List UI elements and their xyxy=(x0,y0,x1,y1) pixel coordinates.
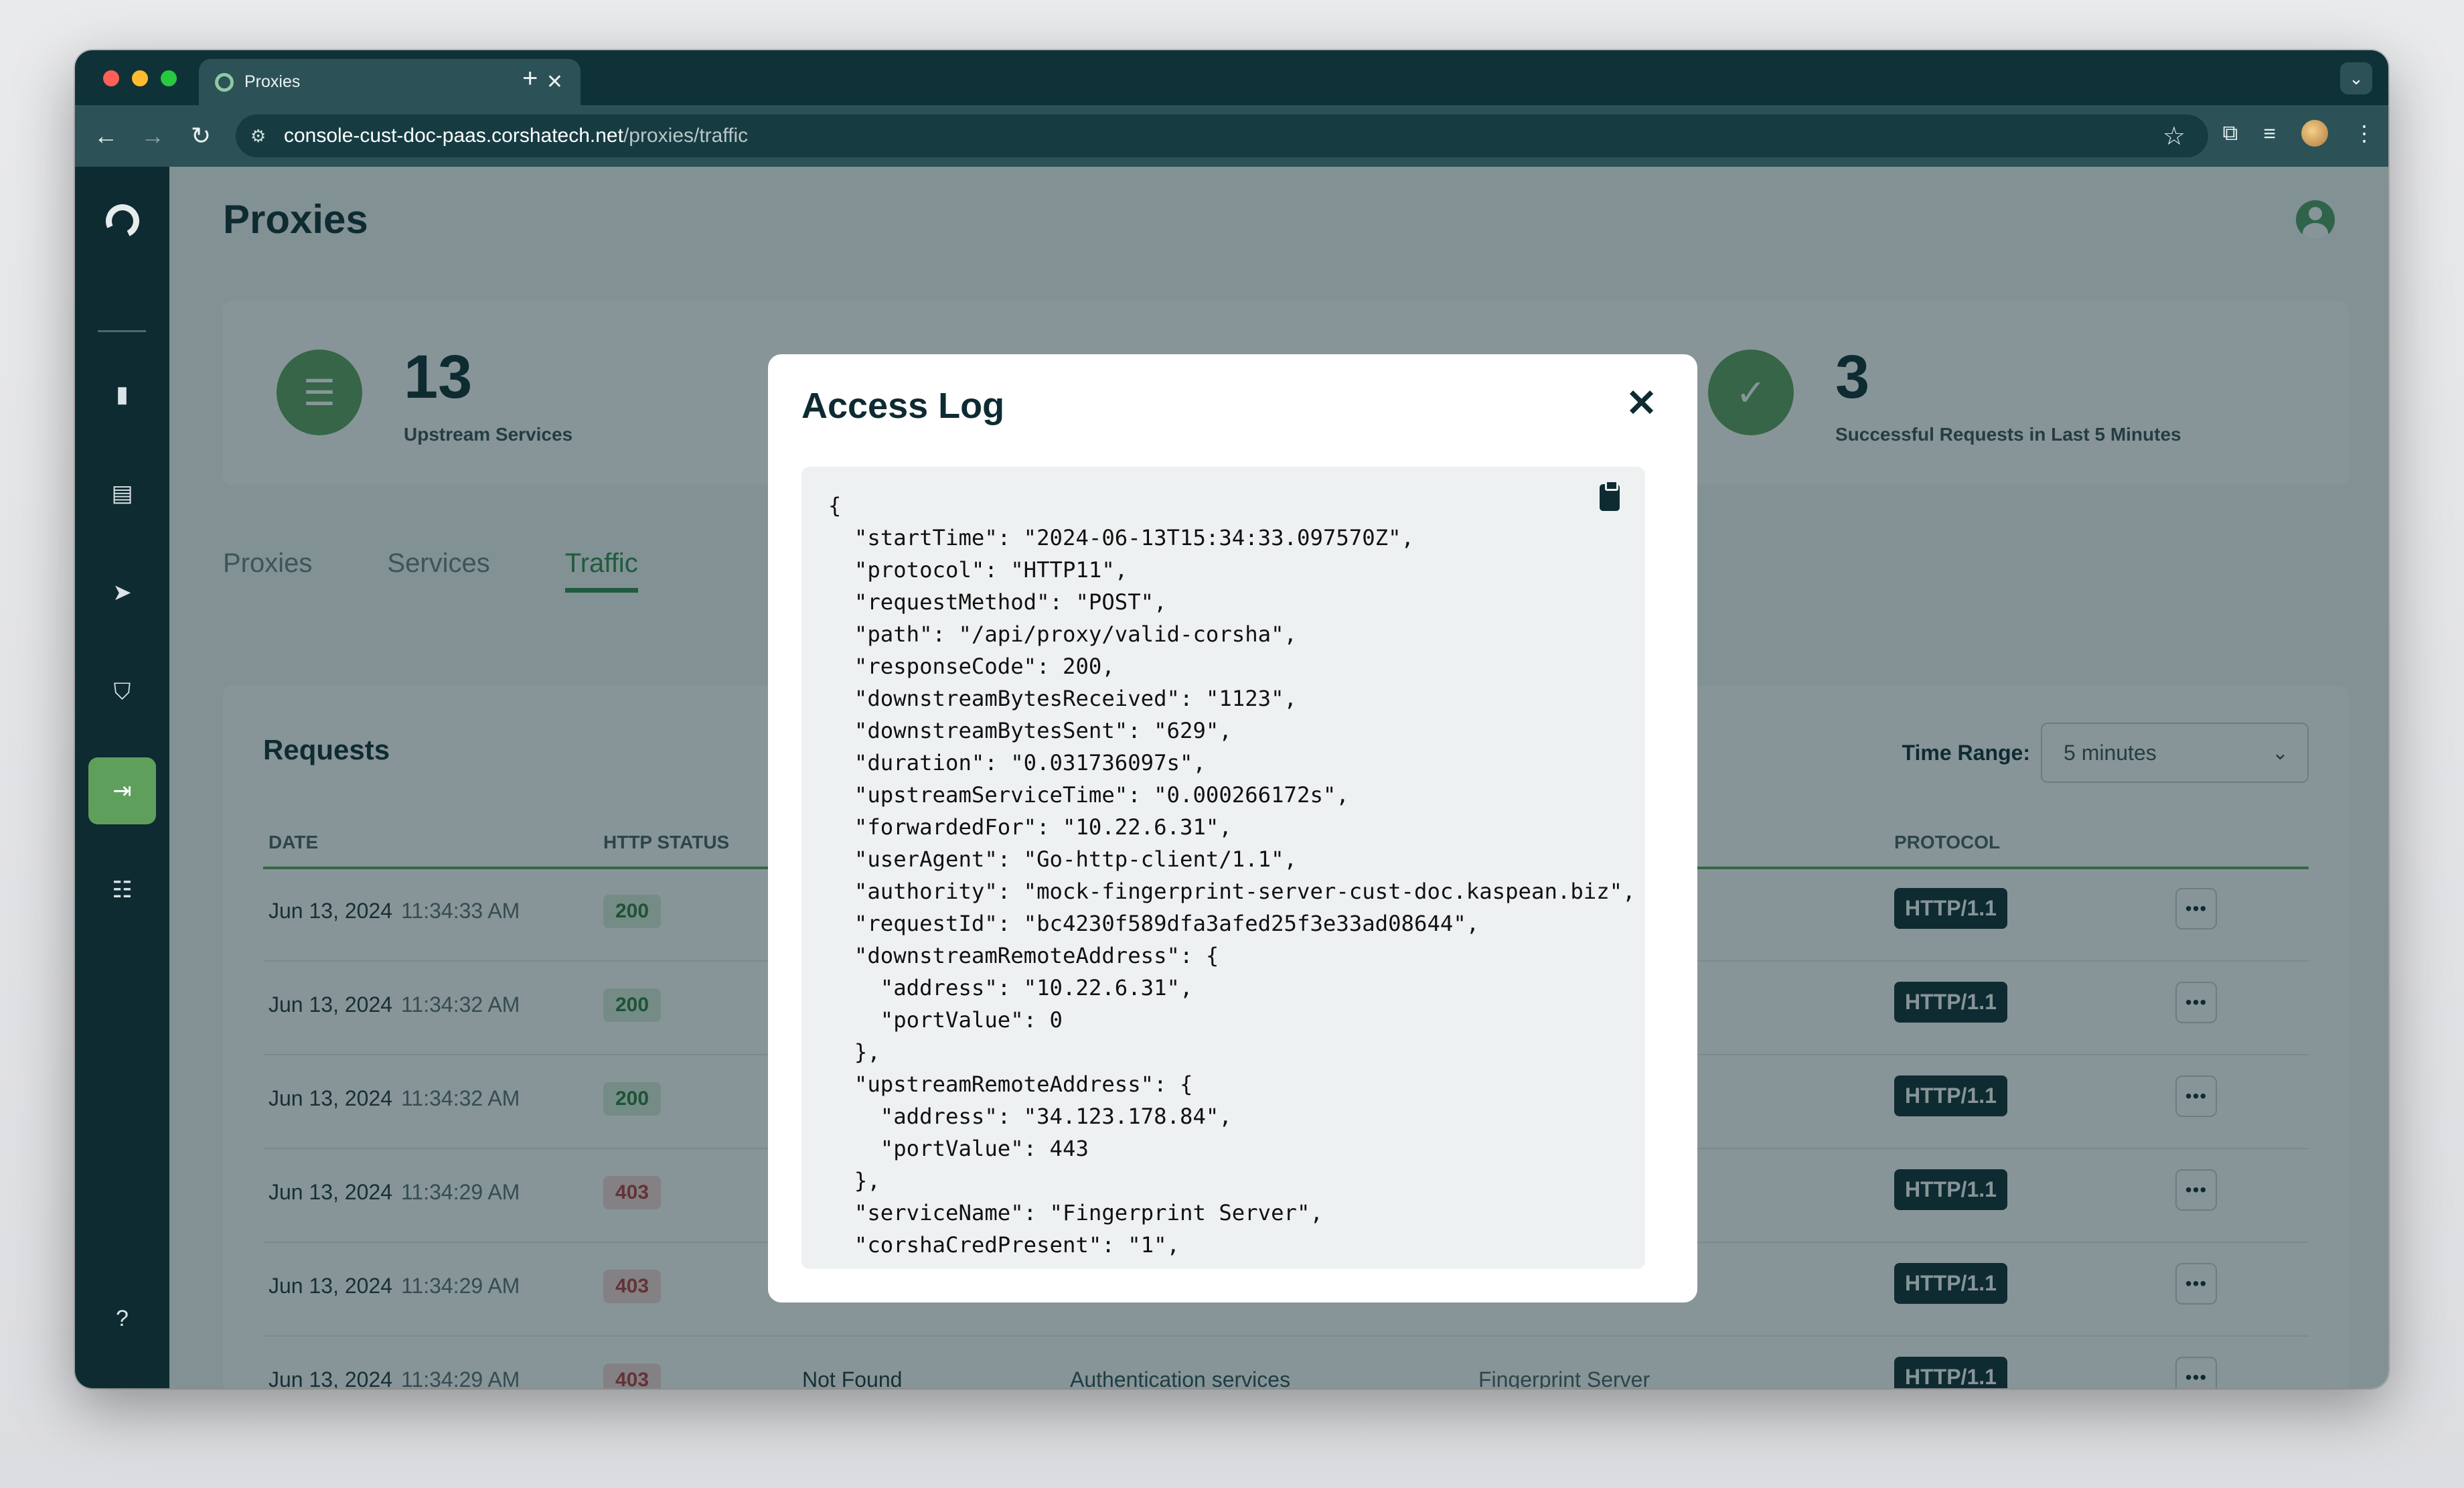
url-path: /proxies/traffic xyxy=(623,125,749,147)
tab-title: Proxies xyxy=(244,72,301,91)
extensions-icon[interactable]: ⧉ xyxy=(2222,121,2238,146)
log-line: "duration": "0.031736097s", xyxy=(828,750,1206,775)
url-host: console-cust-doc-paas.corshatech.net xyxy=(284,125,623,147)
browser-toolbar: ← → ↻ ⚙ console-cust-doc-paas.corshatech… xyxy=(75,105,2388,167)
new-tab-button[interactable]: + xyxy=(522,64,538,94)
log-line: "userAgent": "Go-http-client/1.1", xyxy=(828,846,1297,872)
log-line: "protocol": "HTTP11", xyxy=(828,557,1128,583)
log-line: "downstreamRemoteAddress": { xyxy=(828,943,1219,968)
log-line: "requestId": "bc4230f589dfa3afed25f3e33a… xyxy=(828,911,1480,936)
log-line: "upstreamServiceTime": "0.000266172s", xyxy=(828,782,1349,808)
server-icon: ▤ xyxy=(111,481,133,506)
tab-search-button[interactable]: ⌄ xyxy=(2340,62,2372,94)
log-line: "corshaCredPresent": "1", xyxy=(828,1232,1180,1258)
sidebar-item-proxies[interactable]: ⇥ xyxy=(88,757,156,824)
sidebar-item-send[interactable]: ➤ xyxy=(88,559,156,626)
tab-close-icon[interactable]: ✕ xyxy=(546,70,563,94)
sidebar-item-security[interactable]: ⛉ xyxy=(88,658,156,725)
log-line: }, xyxy=(828,1168,880,1193)
toolbar-actions: ⧉ ≡ ⋮ xyxy=(2222,120,2375,147)
bookmark-star-icon[interactable]: ☆ xyxy=(2163,121,2185,151)
access-log-modal: Access Log ✕ { "startTime": "2024-06-13T… xyxy=(768,354,1697,1303)
log-line: "portValue": 0 xyxy=(828,1007,1063,1033)
site-settings-icon[interactable]: ⚙ xyxy=(250,126,273,147)
access-log-json: { "startTime": "2024-06-13T15:34:33.0975… xyxy=(801,467,1645,1269)
shield-icon: ⛉ xyxy=(113,678,131,704)
log-line: "address": "34.123.178.84", xyxy=(828,1104,1232,1129)
browser-menu-icon[interactable]: ⋮ xyxy=(2354,121,2375,146)
sidebar-item-users[interactable]: ☷ xyxy=(88,857,156,923)
log-line: "startTime": "2024-06-13T15:34:33.097570… xyxy=(828,525,1414,550)
log-line: "forwardedFor": "10.22.6.31", xyxy=(828,814,1232,840)
url-text: console-cust-doc-paas.corshatech.net/pro… xyxy=(284,125,748,147)
forward-button[interactable]: → xyxy=(137,120,169,152)
back-button[interactable]: ← xyxy=(90,120,122,152)
browser-tab-bar: Proxies ✕ + ⌄ xyxy=(75,50,2388,105)
minimize-window-button[interactable] xyxy=(132,70,148,86)
clipboard-copy-icon[interactable] xyxy=(1600,480,1620,511)
chevron-down-icon: ⌄ xyxy=(2349,68,2364,88)
proxy-exit-icon: ⇥ xyxy=(112,778,132,804)
log-line: "downstreamBytesReceived": "1123", xyxy=(828,686,1297,711)
log-line: "upstreamRemoteAddress": { xyxy=(828,1071,1193,1097)
access-log-code-block: { "startTime": "2024-06-13T15:34:33.0975… xyxy=(801,467,1645,1269)
arrow-right-icon: → xyxy=(141,122,165,149)
sidebar-item-help[interactable]: ? xyxy=(88,1285,156,1352)
bar-chart-icon: ▮ xyxy=(116,382,129,407)
sidebar-item-dashboard[interactable]: ▮ xyxy=(88,361,156,428)
log-line: "downstreamBytesSent": "629", xyxy=(828,718,1232,743)
reload-button[interactable]: ↻ xyxy=(185,120,217,152)
log-line: "portValue": 443 xyxy=(828,1136,1089,1161)
maximize-window-button[interactable] xyxy=(161,70,177,86)
profile-avatar[interactable] xyxy=(2301,120,2328,147)
address-bar[interactable]: ⚙ console-cust-doc-paas.corshatech.net/p… xyxy=(236,115,2208,157)
sidebar-item-servers[interactable]: ▤ xyxy=(88,460,156,527)
media-controls-icon[interactable]: ≡ xyxy=(2263,121,2276,146)
help-icon: ? xyxy=(116,1305,129,1331)
web-page: ▮ ▤ ➤ ⛉ ⇥ ☷ ? Proxies ☰ 13 Upstream Serv… xyxy=(75,167,2388,1388)
close-window-button[interactable] xyxy=(103,70,119,86)
sidebar: ▮ ▤ ➤ ⛉ ⇥ ☷ ? xyxy=(75,167,169,1388)
log-line: "authority": "mock-fingerprint-server-cu… xyxy=(828,879,1636,904)
modal-title: Access Log xyxy=(801,386,1005,426)
log-line: }, xyxy=(828,1039,880,1065)
browser-window: Proxies ✕ + ⌄ ← → ↻ ⚙ console-cust-doc-p… xyxy=(75,50,2388,1388)
log-line: "path": "/api/proxy/valid-corsha", xyxy=(828,621,1297,647)
log-line: "requestMethod": "POST", xyxy=(828,589,1167,615)
favicon-icon xyxy=(215,72,234,92)
log-line: "address": "10.22.6.31", xyxy=(828,975,1193,1000)
app-logo-icon[interactable] xyxy=(100,199,145,243)
reload-icon: ↻ xyxy=(190,122,212,149)
window-controls xyxy=(103,70,177,86)
sidebar-divider xyxy=(98,330,146,332)
log-line: "responseCode": 200, xyxy=(828,654,1115,679)
close-icon[interactable]: ✕ xyxy=(1626,381,1657,425)
log-line: { xyxy=(828,493,842,518)
log-line: "serviceName": "Fingerprint Server", xyxy=(828,1200,1323,1225)
arrow-left-icon: ← xyxy=(94,122,118,149)
paper-plane-icon: ➤ xyxy=(112,580,132,605)
users-icon: ☷ xyxy=(112,877,133,903)
